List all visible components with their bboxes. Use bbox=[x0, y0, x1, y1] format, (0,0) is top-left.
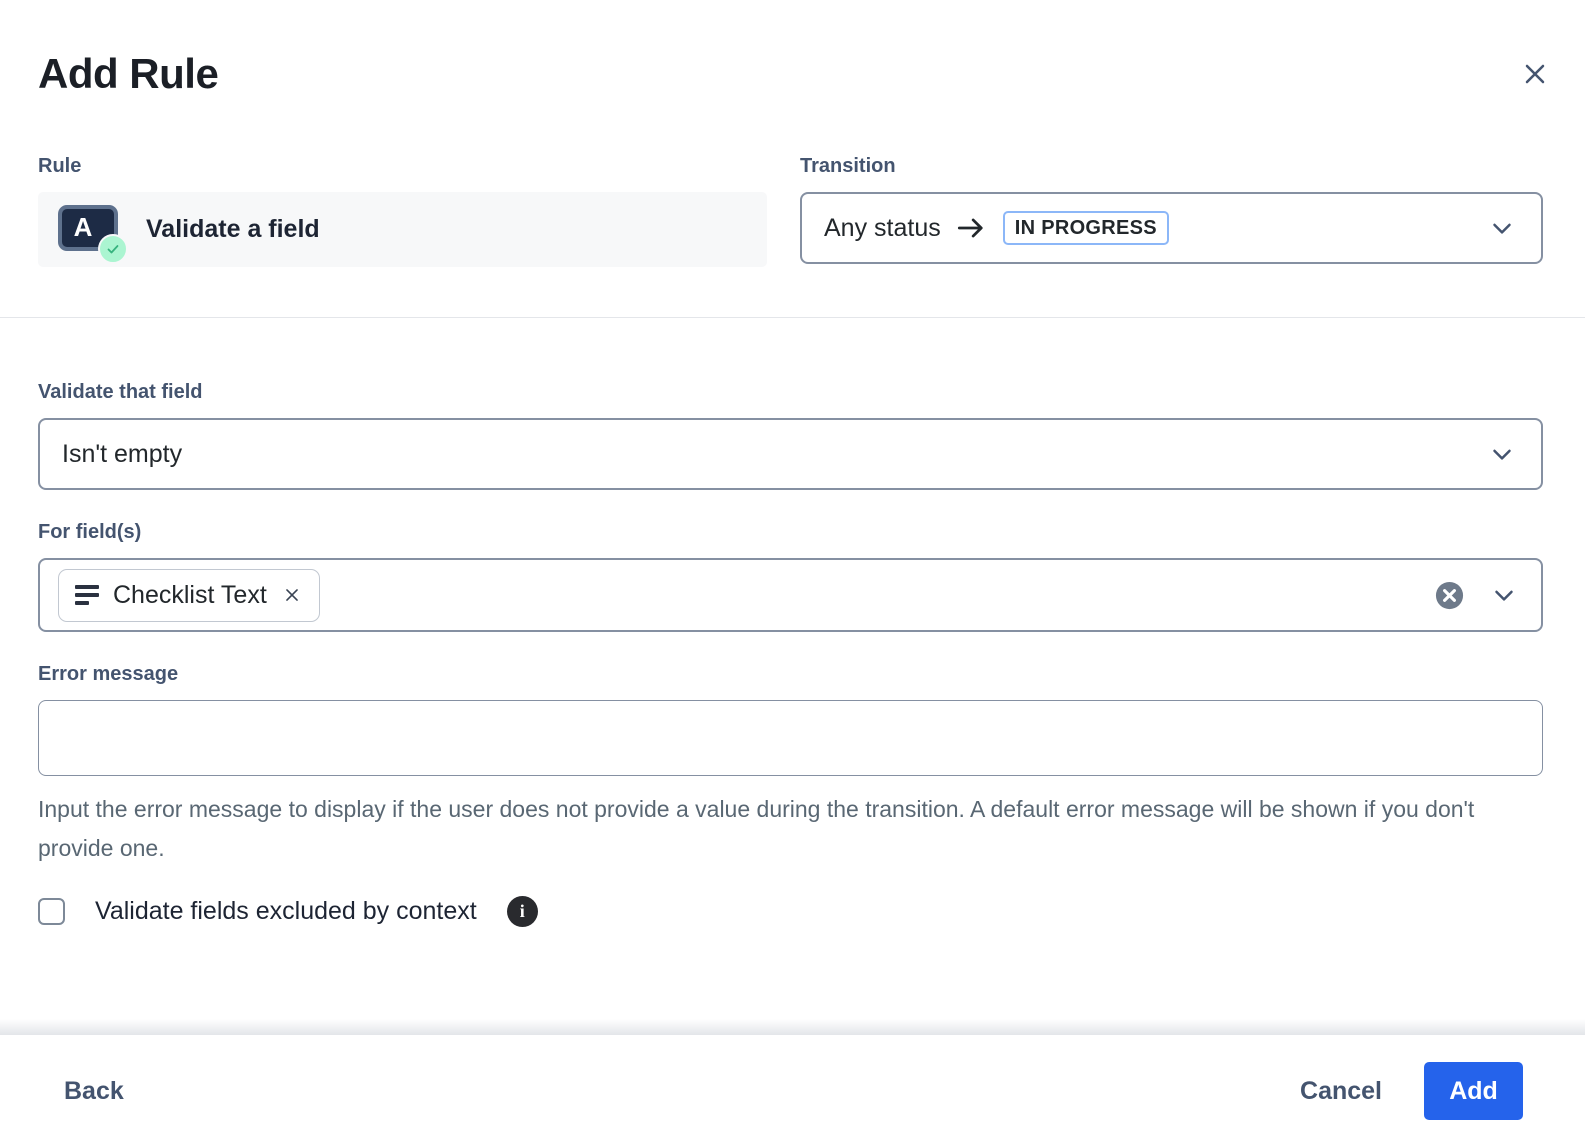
validation-type-value: Isn't empty bbox=[62, 440, 182, 469]
validate-field-icon: A bbox=[58, 205, 122, 255]
rule-card: A Validate a field bbox=[38, 192, 767, 267]
chevron-down-icon[interactable] bbox=[1489, 580, 1519, 610]
add-button[interactable]: Add bbox=[1424, 1062, 1523, 1120]
text-field-icon bbox=[75, 585, 99, 605]
field-chip-checklist-text[interactable]: Checklist Text bbox=[58, 569, 320, 622]
for-fields-section: For field(s) Checklist Text bbox=[38, 520, 1543, 632]
error-message-label: Error message bbox=[38, 662, 1543, 686]
close-icon bbox=[281, 584, 303, 606]
fields-multi-select[interactable]: Checklist Text bbox=[38, 558, 1543, 632]
validate-excluded-checkbox[interactable] bbox=[38, 898, 65, 925]
from-status: Any status bbox=[824, 214, 941, 243]
footer-actions: Cancel Add bbox=[1300, 1062, 1523, 1120]
clear-icon bbox=[1434, 580, 1465, 611]
error-message-helper-text: Input the error message to display if th… bbox=[38, 790, 1540, 868]
info-icon[interactable]: i bbox=[507, 896, 538, 927]
field-chip-label: Checklist Text bbox=[113, 581, 267, 610]
add-rule-modal: Add Rule Rule A Val bbox=[0, 0, 1585, 927]
cancel-button[interactable]: Cancel bbox=[1300, 1077, 1382, 1106]
validate-that-field-section: Validate that field Isn't empty bbox=[38, 380, 1543, 490]
close-icon bbox=[1519, 58, 1551, 90]
transition-select[interactable]: Any status IN PROGRESS bbox=[800, 192, 1543, 264]
section-divider bbox=[0, 317, 1585, 318]
footer-shadow bbox=[0, 1019, 1585, 1035]
validation-type-select[interactable]: Isn't empty bbox=[38, 418, 1543, 490]
modal-footer: Back Cancel Add bbox=[0, 1035, 1585, 1147]
checkmark-icon bbox=[105, 241, 121, 257]
chevron-down-icon bbox=[1487, 213, 1517, 243]
rule-column: Rule A Validate a field bbox=[38, 154, 767, 267]
rule-name: Validate a field bbox=[146, 215, 320, 244]
transition-label: Transition bbox=[800, 154, 1543, 178]
transition-column: Transition Any status IN PROGRESS bbox=[800, 154, 1543, 267]
error-message-section: Error message Input the error message to… bbox=[38, 662, 1543, 868]
for-fields-label: For field(s) bbox=[38, 520, 1543, 544]
status-badge: IN PROGRESS bbox=[1003, 211, 1169, 245]
validate-that-field-label: Validate that field bbox=[38, 380, 1543, 404]
chevron-down-icon bbox=[1487, 439, 1517, 469]
page-title: Add Rule bbox=[38, 50, 1543, 98]
rule-config-form: Validate that field Isn't empty For fiel… bbox=[0, 380, 1585, 927]
rule-transition-row: Rule A Validate a field Transition bbox=[0, 154, 1585, 267]
transition-value: Any status IN PROGRESS bbox=[824, 211, 1169, 245]
check-badge-icon bbox=[98, 234, 128, 264]
validate-excluded-label: Validate fields excluded by context bbox=[95, 897, 477, 926]
back-button[interactable]: Back bbox=[64, 1077, 124, 1106]
error-message-input[interactable] bbox=[38, 700, 1543, 776]
close-button[interactable] bbox=[1517, 56, 1553, 92]
context-checkbox-row: Validate fields excluded by context i bbox=[38, 896, 1543, 927]
remove-field-button[interactable] bbox=[281, 584, 303, 606]
multi-select-controls bbox=[1434, 580, 1519, 611]
rule-label: Rule bbox=[38, 154, 767, 178]
modal-header: Add Rule bbox=[0, 0, 1585, 98]
clear-all-button[interactable] bbox=[1434, 580, 1465, 611]
arrow-right-icon bbox=[957, 216, 987, 240]
